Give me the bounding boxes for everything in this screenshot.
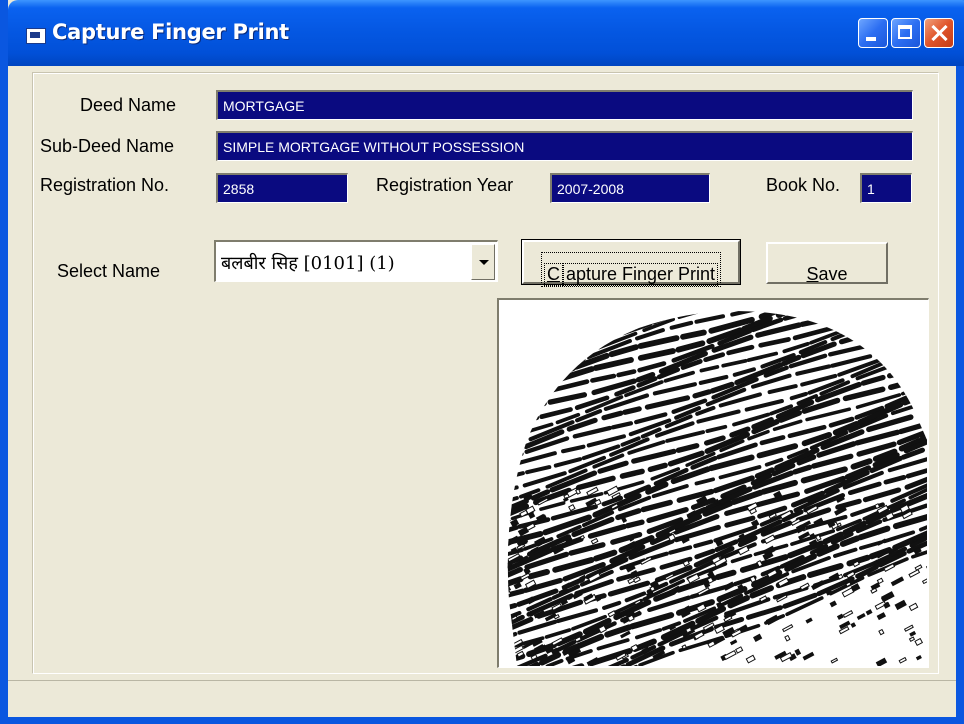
save-button-accesskey: S (806, 264, 819, 284)
select-name-value: बलबीर सिह [0101] (1) (221, 253, 395, 274)
registration-year-field[interactable]: 2007-2008 (550, 173, 710, 203)
save-button-label: Save (806, 254, 847, 285)
deed-name-label: Deed Name (80, 95, 177, 115)
maximize-icon[interactable] (891, 18, 921, 48)
registration-no-field[interactable]: 2858 (216, 173, 348, 203)
registration-year-label: Registration Year (376, 175, 514, 195)
select-name-label: Select Name (57, 261, 161, 281)
fingerprint-image-box (497, 298, 929, 668)
deed-name-field[interactable]: MORTGAGE (216, 90, 913, 120)
minimize-icon[interactable] (858, 18, 888, 48)
registration-no-label: Registration No. (40, 175, 170, 195)
app-icon[interactable] (26, 28, 46, 44)
save-button[interactable]: Save (766, 242, 888, 284)
save-button-text: ave (818, 264, 848, 284)
sub-deed-name-label: Sub-Deed Name (40, 136, 175, 156)
fingerprint-image (507, 310, 928, 667)
capture-button-accesskey: C (543, 263, 563, 286)
select-name-dropdown[interactable]: बलबीर सिह [0101] (1) (214, 240, 498, 282)
sub-deed-name-field[interactable]: SIMPLE MORTGAGE WITHOUT POSSESSION (216, 131, 913, 161)
book-no-field[interactable]: 1 (860, 173, 912, 203)
close-icon[interactable] (924, 18, 954, 48)
book-no-label: Book No. (766, 175, 841, 195)
dropdown-arrow-icon[interactable] (471, 244, 495, 280)
status-bar (8, 680, 956, 717)
capture-button-label: Capture Finger Print (540, 252, 722, 287)
title-bar[interactable]: Capture Finger Print (8, 0, 964, 66)
capture-button-text: apture Finger Print (562, 263, 719, 286)
capture-finger-print-button[interactable]: Capture Finger Print (521, 239, 741, 287)
window-title: Capture Finger Print (52, 20, 289, 44)
